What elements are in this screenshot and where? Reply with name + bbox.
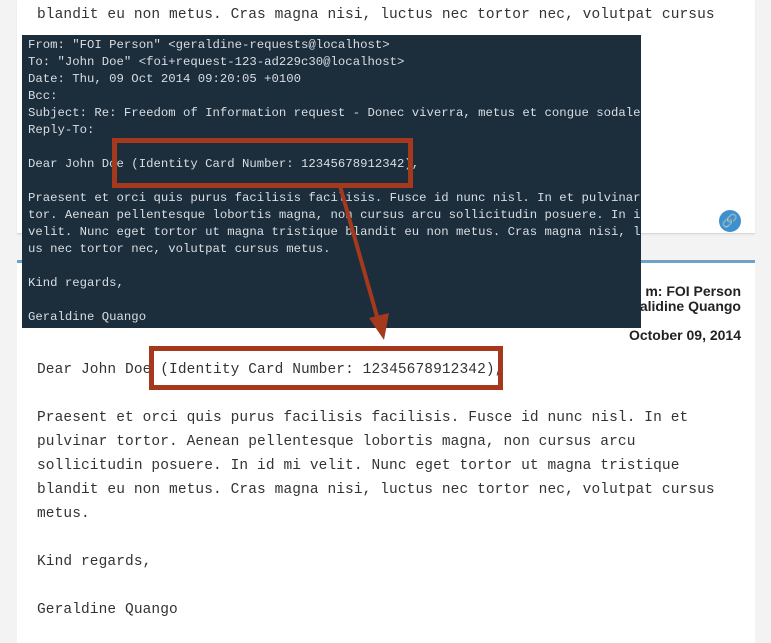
raw-email-line: Praesent et orci quis purus facilisis fa…: [28, 191, 641, 205]
raw-email-line: From: "FOI Person" <geraldine-requests@l…: [28, 38, 390, 52]
raw-email-line: tor. Aenean pellentesque lobortis magna,…: [28, 208, 641, 222]
message-paragraph-line: blandit eu non metus. Cras magna nisi, l…: [37, 482, 715, 498]
raw-email-line: velit. Nunc eget tortor ut magna tristiq…: [28, 225, 641, 239]
message-from: m: FOI Person: [645, 283, 741, 299]
message-closing: Kind regards,: [37, 554, 152, 570]
message-date: October 09, 2014: [628, 327, 741, 343]
message-paragraph-line: sollicitudin posuere. In id mi velit. Nu…: [37, 458, 680, 474]
message-signature: Geraldine Quango: [37, 602, 178, 618]
raw-email-line: us nec tortor nec, volutpat cursus metus…: [28, 242, 331, 256]
message-paragraph-line: pulvinar tortor. Aenean pellentesque lob…: [37, 434, 636, 450]
message-sender-name: ralidine Quango: [634, 298, 741, 314]
raw-identity-highlight-box: [112, 138, 413, 188]
message-paragraph-line: Praesent et orci quis purus facilisis fa…: [37, 410, 689, 426]
link-icon[interactable]: 🔗: [719, 210, 741, 232]
raw-email-line: To: "John Doe" <foi+request-123-ad229c30…: [28, 55, 405, 69]
raw-email-line: Date: Thu, 09 Oct 2014 09:20:05 +0100: [28, 72, 302, 86]
message-paragraph-line: metus.: [37, 506, 90, 522]
raw-email-line: Reply-To:: [28, 123, 95, 137]
greeting-prefix: Dear John Doe: [37, 362, 161, 378]
raw-email-line: Bcc:: [28, 89, 58, 103]
raw-email-line: Kind regards,: [28, 276, 124, 290]
raw-email-line: Geraldine Quango: [28, 310, 147, 324]
rendered-identity-highlight-box: [149, 346, 503, 390]
previous-message-text: blandit eu non metus. Cras magna nisi, l…: [37, 7, 715, 23]
raw-email-line: Subject: Re: Freedom of Information requ…: [28, 106, 641, 120]
